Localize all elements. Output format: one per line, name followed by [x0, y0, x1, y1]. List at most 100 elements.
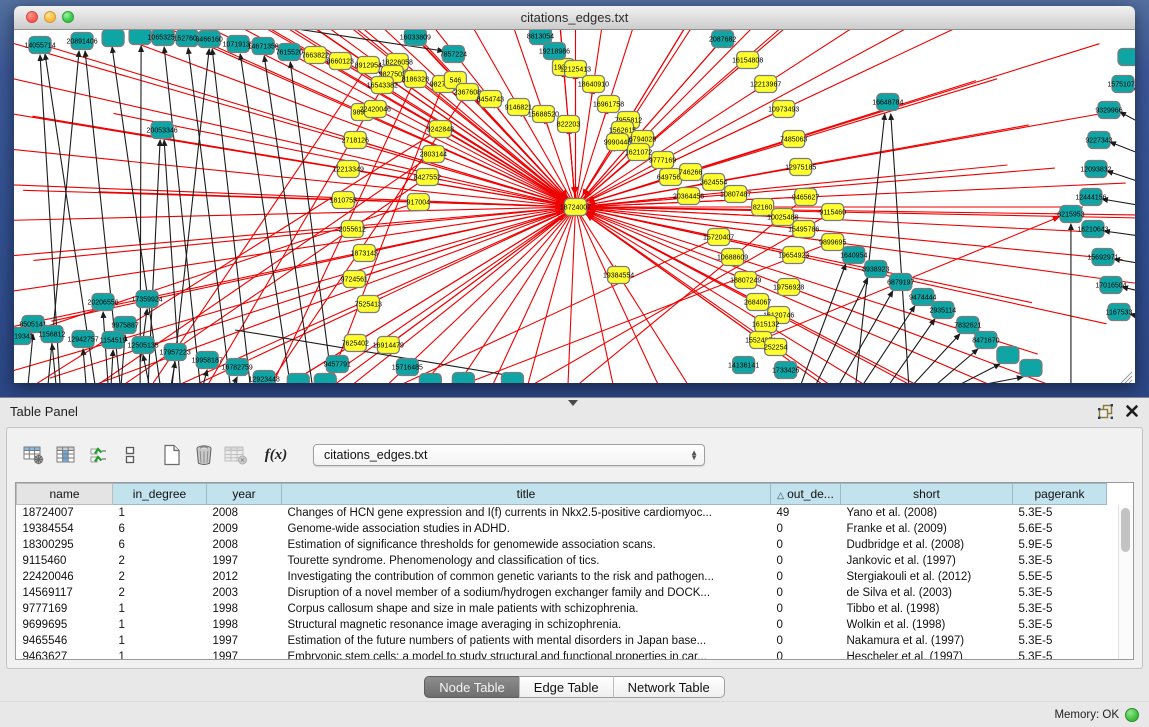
table-cell[interactable]: 6 — [113, 537, 207, 553]
table-cell[interactable]: 5.3E-5 — [1013, 585, 1107, 601]
column-header-in_degree[interactable]: in_degree — [113, 484, 207, 505]
table-cell[interactable]: 2008 — [207, 505, 282, 521]
delete-table-button[interactable] — [191, 442, 217, 468]
column-header-name[interactable]: name — [17, 484, 113, 505]
resize-grip-icon[interactable] — [1121, 372, 1132, 383]
show-columns-button[interactable] — [53, 442, 79, 468]
table-cell[interactable]: Nakamura et al. (1997) — [841, 633, 1013, 649]
table-cell[interactable]: Tourette syndrome. Phenomenology and cla… — [282, 553, 771, 569]
column-header-title[interactable]: title — [282, 484, 771, 505]
table-cell[interactable]: 5.6E-5 — [1013, 521, 1107, 537]
table-cell[interactable]: Changes of HCN gene expression and I(f) … — [282, 505, 771, 521]
table-cell[interactable]: 1998 — [207, 617, 282, 633]
table-cell[interactable]: 2008 — [207, 537, 282, 553]
zoom-window-button[interactable] — [62, 11, 74, 23]
table-cell[interactable]: 2012 — [207, 569, 282, 585]
graph-node[interactable] — [501, 373, 523, 384]
table-cell[interactable]: 1 — [113, 633, 207, 649]
table-cell[interactable]: 1997 — [207, 553, 282, 569]
table-row[interactable]: 1456911722003Disruption of a novel membe… — [17, 585, 1107, 601]
graph-node[interactable] — [1020, 360, 1042, 377]
table-cell[interactable]: Dudbridge et al. (2008) — [841, 537, 1013, 553]
table-cell[interactable]: 2 — [113, 553, 207, 569]
table-cell[interactable]: 0 — [771, 649, 841, 661]
table-cell[interactable]: 19384554 — [17, 521, 113, 537]
table-cell[interactable]: Corpus callosum shape and size in male p… — [282, 601, 771, 617]
graph-node[interactable] — [997, 347, 1019, 364]
table-row[interactable]: 946554611997Estimation of the future num… — [17, 633, 1107, 649]
table-cell[interactable]: 0 — [771, 537, 841, 553]
close-panel-icon[interactable] — [1125, 404, 1139, 418]
table-cell[interactable]: 5.3E-5 — [1013, 505, 1107, 521]
table-cell[interactable]: 1 — [113, 649, 207, 661]
table-cell[interactable]: Estimation of the future numbers of pati… — [282, 633, 771, 649]
table-cell[interactable]: 5.9E-5 — [1013, 537, 1107, 553]
table-cell[interactable]: 5.3E-5 — [1013, 617, 1107, 633]
tab-edge-table[interactable]: Edge Table — [519, 676, 613, 698]
graph-node[interactable] — [287, 374, 309, 384]
table-cell[interactable]: 0 — [771, 553, 841, 569]
delete-column-button[interactable] — [223, 442, 249, 468]
table-cell[interactable]: Wolkin et al. (1998) — [841, 617, 1013, 633]
row-tools-button[interactable] — [117, 442, 143, 468]
table-cell[interactable]: 9699695 — [17, 617, 113, 633]
table-row[interactable]: 2242004622012Investigating the contribut… — [17, 569, 1107, 585]
close-window-button[interactable] — [26, 11, 38, 23]
table-cell[interactable]: 0 — [771, 617, 841, 633]
column-header-pagerank[interactable]: pagerank — [1013, 484, 1107, 505]
table-cell[interactable]: 1 — [113, 601, 207, 617]
graph-node[interactable] — [419, 374, 441, 384]
select-columns-button[interactable] — [85, 442, 111, 468]
table-cell[interactable]: 0 — [771, 569, 841, 585]
table-scrollbar-thumb[interactable] — [1121, 508, 1130, 552]
table-row[interactable]: 946362711997Embryonic stem cells: a mode… — [17, 649, 1107, 661]
table-cell[interactable]: Tibbo et al. (1998) — [841, 601, 1013, 617]
table-cell[interactable]: 2009 — [207, 521, 282, 537]
table-row[interactable]: 1938455462009Genome-wide association stu… — [17, 521, 1107, 537]
table-cell[interactable]: Embryonic stem cells: a model to study s… — [282, 649, 771, 661]
table-cell[interactable]: 5.3E-5 — [1013, 633, 1107, 649]
table-cell[interactable]: 0 — [771, 585, 841, 601]
splitter-handle-icon[interactable] — [568, 400, 578, 406]
table-cell[interactable]: Stergiakouli et al. (2012) — [841, 569, 1013, 585]
table-row[interactable]: 1872400712008Changes of HCN gene express… — [17, 505, 1107, 521]
table-cell[interactable]: 1997 — [207, 633, 282, 649]
table-cell[interactable]: de Silva et al. (2003) — [841, 585, 1013, 601]
graph-node[interactable] — [452, 373, 474, 384]
table-cell[interactable]: 14569117 — [17, 585, 113, 601]
table-cell[interactable]: 22420046 — [17, 569, 113, 585]
table-row[interactable]: 977716911998Corpus callosum shape and si… — [17, 601, 1107, 617]
minimize-window-button[interactable] — [44, 11, 56, 23]
table-cell[interactable]: 0 — [771, 601, 841, 617]
table-cell[interactable]: Structural magnetic resonance image aver… — [282, 617, 771, 633]
table-cell[interactable]: 5.3E-5 — [1013, 649, 1107, 661]
table-cell[interactable]: 5.3E-5 — [1013, 601, 1107, 617]
table-cell[interactable]: 9777169 — [17, 601, 113, 617]
table-row[interactable]: 911546021997Tourette syndrome. Phenomeno… — [17, 553, 1107, 569]
table-cell[interactable]: 2003 — [207, 585, 282, 601]
graph-node[interactable] — [1118, 49, 1135, 66]
tab-network-table[interactable]: Network Table — [613, 676, 725, 698]
table-row[interactable]: 969969511998Structural magnetic resonanc… — [17, 617, 1107, 633]
network-window-titlebar[interactable]: citations_edges.txt — [14, 6, 1135, 30]
table-row[interactable]: 1830029562008Estimation of significance … — [17, 537, 1107, 553]
column-header-out_de[interactable]: △out_de... — [771, 484, 841, 505]
table-cell[interactable]: 6 — [113, 521, 207, 537]
column-header-year[interactable]: year — [207, 484, 282, 505]
table-cell[interactable]: 9463627 — [17, 649, 113, 661]
table-cell[interactable]: 9115460 — [17, 553, 113, 569]
graph-node[interactable] — [314, 374, 336, 384]
table-settings-button[interactable] — [21, 442, 47, 468]
table-cell[interactable]: Genome-wide association studies in ADHD. — [282, 521, 771, 537]
table-cell[interactable]: Estimation of significance thresholds fo… — [282, 537, 771, 553]
table-cell[interactable]: 2 — [113, 585, 207, 601]
float-window-icon[interactable] — [1098, 404, 1113, 419]
table-cell[interactable]: Franke et al. (2009) — [841, 521, 1013, 537]
table-cell[interactable]: 2 — [113, 569, 207, 585]
table-chooser-dropdown[interactable]: citations_edges.txt ▲▼ — [313, 444, 705, 466]
table-cell[interactable]: Hescheler et al. (1997) — [841, 649, 1013, 661]
table-cell[interactable]: 1 — [113, 505, 207, 521]
table-cell[interactable]: Yano et al. (2008) — [841, 505, 1013, 521]
table-cell[interactable]: 18724007 — [17, 505, 113, 521]
column-header-short[interactable]: short — [841, 484, 1013, 505]
